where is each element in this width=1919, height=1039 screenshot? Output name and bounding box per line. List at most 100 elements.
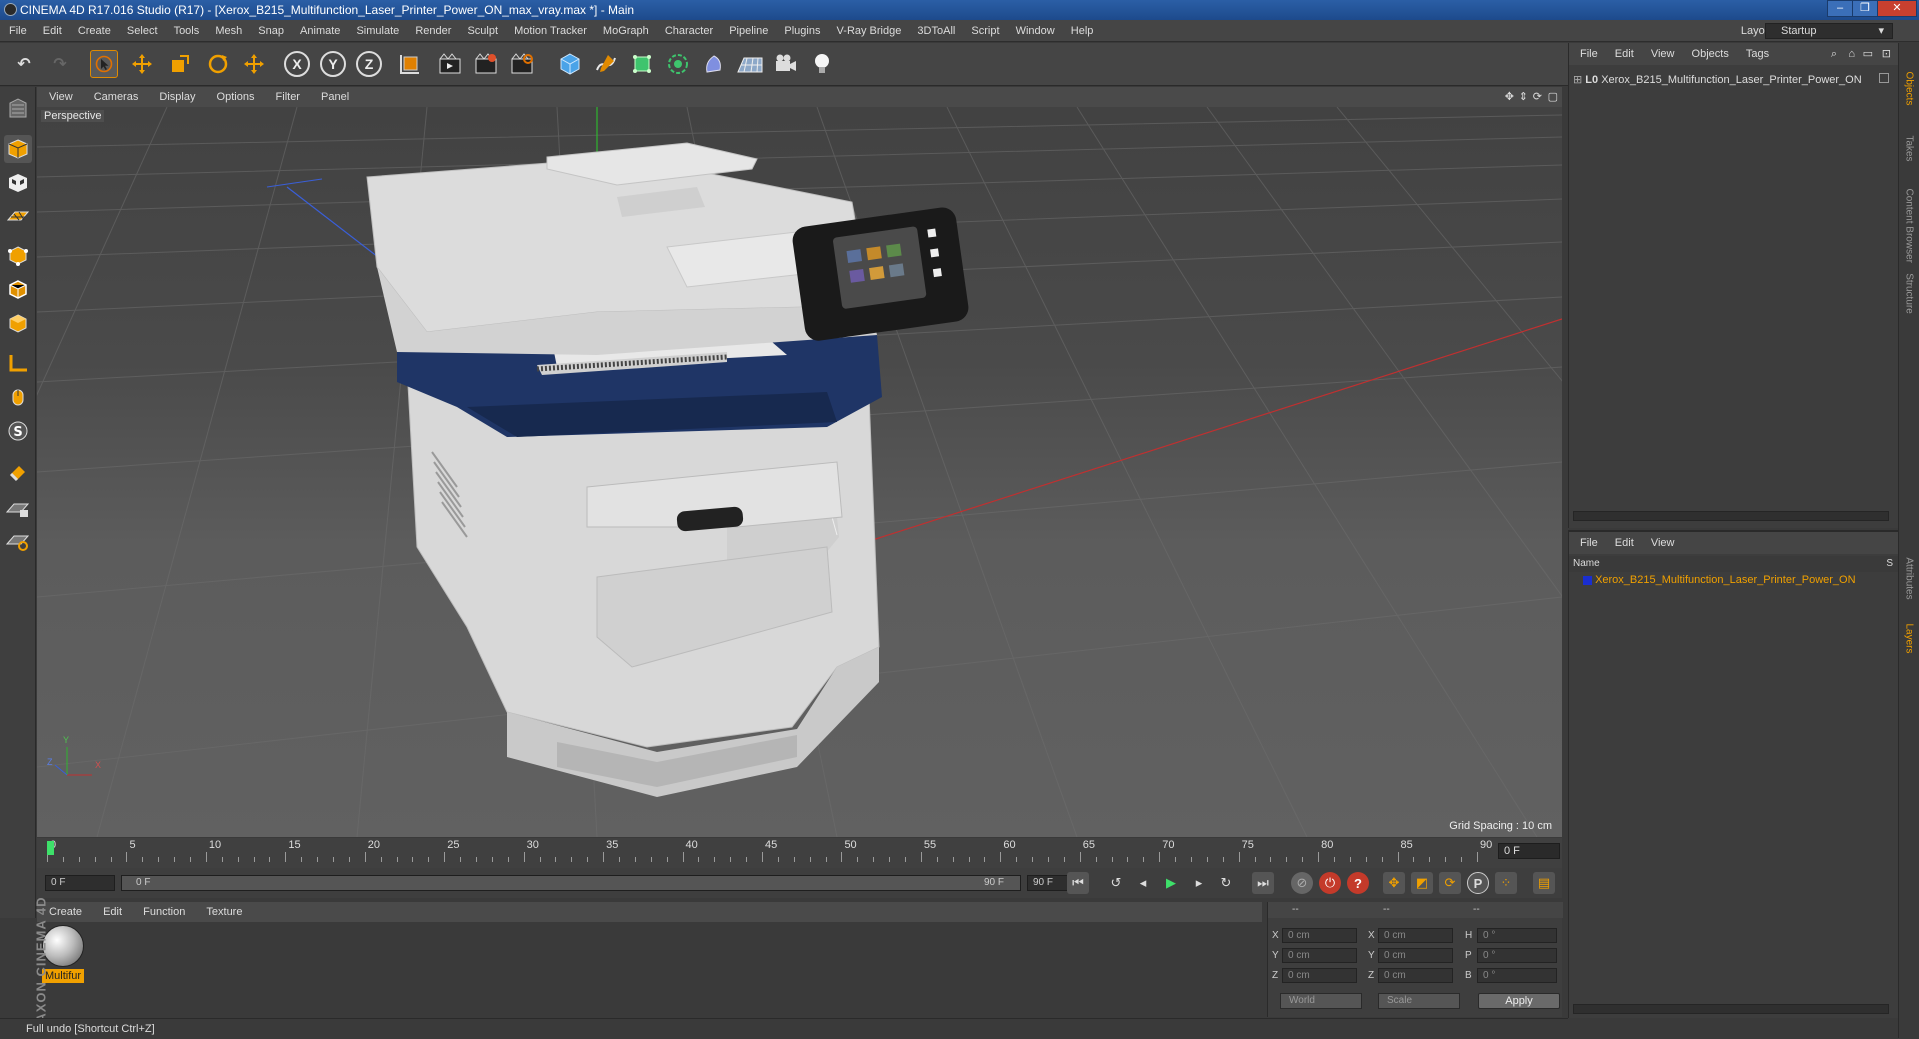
layer-menu-edit[interactable]: Edit [1615,537,1634,549]
viewport-camera-label[interactable]: Perspective [41,110,105,122]
tab-attributes[interactable]: Attributes [1904,549,1915,609]
frame-range-slider[interactable]: 0 F 90 F [121,875,1021,891]
viewport-menu-cameras[interactable]: Cameras [94,91,139,103]
scale-key-icon[interactable]: ◩ [1411,872,1433,894]
size-mode-select[interactable]: Scale [1378,993,1460,1009]
edges-mode-icon[interactable] [4,275,32,303]
position-key-icon[interactable]: ✥ [1383,872,1405,894]
render-picture-viewer-icon[interactable] [472,50,500,78]
menu-edit[interactable]: Edit [43,25,62,37]
timeline-ruler[interactable]: 051015202530354045505560657075808590 0 F [37,838,1562,868]
material-menu-texture[interactable]: Texture [206,906,242,918]
layout-select[interactable]: Startup ▾ [1765,23,1893,39]
tweak-mouse-icon[interactable] [4,383,32,411]
coordinate-mode-select[interactable]: World [1280,993,1362,1009]
layer-color-swatch[interactable] [1583,575,1592,585]
layer-menu-file[interactable]: File [1580,537,1598,549]
panel-options-icon[interactable]: ⊡ [1882,43,1891,65]
layer-manager-scrollbar[interactable] [1573,1004,1889,1014]
camera-icon[interactable] [772,50,800,78]
tab-takes[interactable]: Takes [1904,119,1915,179]
x-axis-lock-button[interactable]: X [284,51,310,77]
home-icon[interactable]: ⌂ [1848,43,1855,65]
menu-motion-tracker[interactable]: Motion Tracker [514,25,587,37]
menu-window[interactable]: Window [1016,25,1055,37]
workplane-mode-icon[interactable] [4,203,32,231]
object-menu-edit[interactable]: Edit [1615,48,1634,60]
object-menu-objects[interactable]: Objects [1692,48,1729,60]
rot-p-field[interactable]: 0 ° [1477,948,1557,963]
close-button[interactable]: ✕ [1877,0,1917,17]
deformer-icon[interactable] [700,50,728,78]
autokey-icon[interactable]: ⏻ [1319,872,1341,894]
render-view-icon[interactable] [436,50,464,78]
menu-file[interactable]: File [9,25,27,37]
tab-structure[interactable]: Structure [1904,264,1915,324]
object-menu-tags[interactable]: Tags [1746,48,1769,60]
model-mode-icon[interactable] [4,135,32,163]
viewport-menu-panel[interactable]: Panel [321,91,349,103]
pos-y-field[interactable]: 0 cm [1282,948,1357,963]
record-keys-icon[interactable]: ⊘ [1291,872,1313,894]
z-axis-lock-button[interactable]: Z [356,51,382,77]
menu-character[interactable]: Character [665,25,713,37]
light-icon[interactable] [808,50,836,78]
menu-tools[interactable]: Tools [174,25,200,37]
new-view-icon[interactable]: ▭ [1863,43,1873,65]
polygons-mode-icon[interactable] [4,309,32,337]
material-menu-create[interactable]: Create [49,906,82,918]
axis-mode-icon[interactable] [4,349,32,377]
viewport-menu-options[interactable]: Options [217,91,255,103]
subdivision-icon[interactable] [628,50,656,78]
menu-select[interactable]: Select [127,25,158,37]
workplane-align-icon[interactable] [4,527,32,555]
viewport-menu-display[interactable]: Display [159,91,195,103]
move-icon[interactable] [128,50,156,78]
maximize-button[interactable]: ❐ [1852,0,1878,17]
visibility-toggle-icon[interactable] [1879,73,1889,83]
play-icon[interactable]: ▶ [1160,872,1182,894]
transform-icon[interactable] [240,50,268,78]
menu-plugins[interactable]: Plugins [784,25,820,37]
minimize-button[interactable]: ‒ [1827,0,1853,17]
viewport-rotate-icon[interactable]: ⟳ [1533,87,1542,107]
floor-grid-icon[interactable] [736,50,764,78]
menu-pipeline[interactable]: Pipeline [729,25,768,37]
pen-spline-icon[interactable] [592,50,620,78]
pos-x-field[interactable]: 0 cm [1282,928,1357,943]
menu-3dtoall[interactable]: 3DToAll [917,25,955,37]
tab-content-browser[interactable]: Content Browser [1904,189,1915,263]
parameter-key-icon[interactable]: P [1467,872,1489,894]
go-to-start-icon[interactable]: ⏮ [1067,872,1089,894]
apply-button[interactable]: Apply [1478,993,1560,1009]
menu-script[interactable]: Script [971,25,999,37]
texture-mode-icon[interactable] [4,169,32,197]
next-frame-icon[interactable]: ▸ [1188,872,1210,894]
object-menu-file[interactable]: File [1580,48,1598,60]
mograph-cloner-icon[interactable] [664,50,692,78]
size-y-field[interactable]: 0 cm [1378,948,1453,963]
make-editable-icon[interactable] [4,95,32,123]
undo-icon[interactable]: ↶ [10,50,38,78]
workplane-lock-icon[interactable] [4,495,32,523]
object-manager-scrollbar[interactable] [1573,511,1889,521]
keyframe-selection-icon[interactable]: ? [1347,872,1369,894]
menu-sculpt[interactable]: Sculpt [467,25,498,37]
object-menu-view[interactable]: View [1651,48,1675,60]
viewport-menu-view[interactable]: View [49,91,73,103]
rotation-key-icon[interactable]: ⟳ [1439,872,1461,894]
size-z-field[interactable]: 0 cm [1378,968,1453,983]
magnet-icon[interactable] [4,457,32,485]
snapping-icon[interactable]: S [4,417,32,445]
points-mode-icon[interactable] [4,241,32,269]
object-row[interactable]: ⊞ L0 Xerox_B215_Multifunction_Laser_Prin… [1573,73,1862,86]
menu-animate[interactable]: Animate [300,25,340,37]
viewport-zoom-icon[interactable]: ⇕ [1519,87,1528,107]
current-frame-field[interactable]: 0 F [1498,843,1560,859]
render-settings-icon[interactable] [508,50,536,78]
rot-b-field[interactable]: 0 ° [1477,968,1557,983]
search-icon[interactable]: ⌕ [1831,43,1837,65]
menu-simulate[interactable]: Simulate [356,25,399,37]
menu-render[interactable]: Render [415,25,451,37]
expand-icon[interactable]: ⊞ [1573,74,1582,86]
